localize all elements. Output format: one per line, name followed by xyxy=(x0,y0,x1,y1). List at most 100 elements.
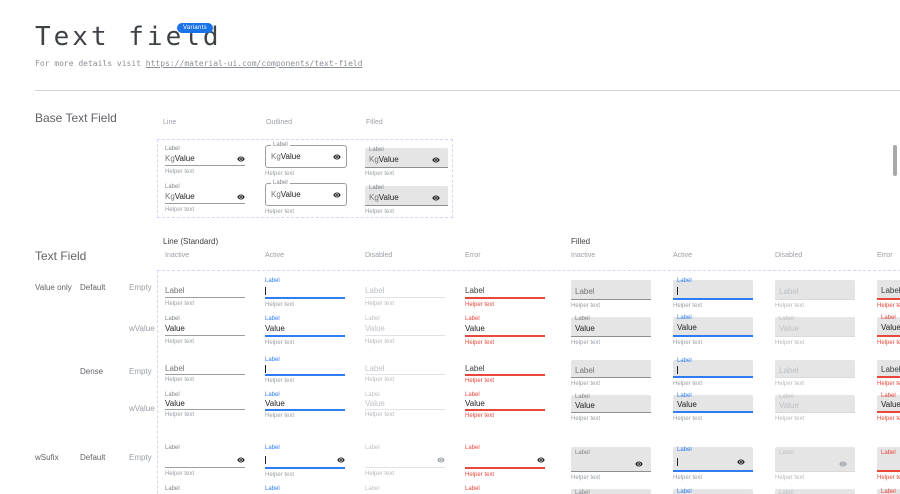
field-input-area[interactable]: Label xyxy=(365,285,445,297)
visibility-icon[interactable] xyxy=(333,153,341,161)
textfield-filled-disabled-value[interactable]: LabelValueHelper text xyxy=(775,317,855,346)
filled-box[interactable]: Label xyxy=(775,280,855,300)
textfield-line-inactive-empty[interactable]: LabelHelper text xyxy=(165,277,245,307)
field-input-area[interactable]: Value xyxy=(365,323,445,335)
field-input-area[interactable] xyxy=(575,457,647,470)
filled-box[interactable]: LabelValue xyxy=(877,317,900,337)
textfield-line-active-value[interactable]: LabelValueHelper text xyxy=(265,485,345,494)
textfield-line-disabled-empty[interactable]: LabelHelper text xyxy=(365,444,445,477)
field-input-area[interactable] xyxy=(365,452,445,467)
textfield-filled-error-empty[interactable]: LabelHelper text xyxy=(877,447,900,481)
outlined-box[interactable]: LabelKgValue xyxy=(265,145,347,168)
field-input-area[interactable]: Label xyxy=(779,286,851,298)
textfield-filled-inactive-value[interactable]: LabelValueHelper text xyxy=(571,395,651,422)
textfield-filled-disabled-value[interactable]: LabelValueHelper text xyxy=(775,489,855,494)
visibility-icon[interactable] xyxy=(333,191,341,199)
field-input-area[interactable] xyxy=(265,285,345,297)
field-input-area[interactable]: Value xyxy=(779,323,851,335)
textfield-line-inactive-value[interactable]: LabelValueHelper text xyxy=(165,392,245,418)
textfield-line-disabled-empty[interactable]: LabelHelper text xyxy=(365,357,445,383)
textfield-outlined-base[interactable]: LabelKgValueHelper text xyxy=(265,145,347,177)
visibility-icon[interactable] xyxy=(635,460,643,468)
field-input-area[interactable]: Value xyxy=(575,401,647,411)
field-input-area[interactable]: Label xyxy=(575,366,647,376)
scrollbar-thumb[interactable] xyxy=(893,145,897,176)
textfield-line-active-value[interactable]: LabelValueHelper text xyxy=(265,315,345,346)
textfield-line-error-empty[interactable]: LabelHelper text xyxy=(465,444,545,478)
textfield-filled-disabled-empty[interactable]: LabelHelper text xyxy=(775,447,855,481)
textfield-line-error-value[interactable]: LabelValueHelper text xyxy=(465,315,545,346)
field-input-area[interactable]: KgValue xyxy=(165,153,245,165)
field-input-area[interactable]: Value xyxy=(881,400,900,410)
textfield-line-error-value[interactable]: LabelValueHelper text xyxy=(465,485,545,494)
field-input-area[interactable]: Value xyxy=(465,323,545,335)
filled-box[interactable]: Label xyxy=(673,280,753,300)
filled-box[interactable]: LabelValue xyxy=(571,489,651,494)
filled-box[interactable]: Label xyxy=(571,280,651,300)
filled-box[interactable]: LabelValue xyxy=(775,489,855,494)
filled-box[interactable]: Label xyxy=(877,447,900,472)
visibility-icon[interactable] xyxy=(432,194,440,202)
textfield-filled-inactive-empty[interactable]: LabelHelper text xyxy=(571,360,651,387)
filled-box[interactable]: LabelValue xyxy=(673,317,753,337)
field-input-area[interactable]: Value xyxy=(265,323,345,335)
textfield-filled-inactive-empty[interactable]: LabelHelper text xyxy=(571,280,651,309)
field-input-area[interactable] xyxy=(779,457,851,470)
textfield-line-disabled-value[interactable]: LabelValueHelper text xyxy=(365,485,445,494)
field-input-area[interactable] xyxy=(265,452,345,467)
textfield-filled-active-value[interactable]: LabelValueHelper text xyxy=(673,489,753,494)
textfield-filled-disabled-empty[interactable]: LabelHelper text xyxy=(775,280,855,309)
filled-box[interactable]: LabelKgValue xyxy=(365,148,448,168)
field-input-area[interactable]: KgValue xyxy=(369,192,444,204)
filled-box[interactable]: Label xyxy=(673,447,753,472)
filled-box[interactable]: Label xyxy=(877,280,900,300)
textfield-filled-inactive-value[interactable]: LabelValueHelper text xyxy=(571,317,651,346)
textfield-line-inactive-value[interactable]: LabelValueHelper text xyxy=(165,315,245,345)
field-input-area[interactable] xyxy=(677,285,749,297)
field-input-area[interactable] xyxy=(677,454,749,469)
textfield-line-inactive-value[interactable]: LabelValueHelper text xyxy=(165,485,245,494)
field-input-area[interactable]: Label xyxy=(779,366,851,376)
field-input-area[interactable]: Value xyxy=(677,400,749,410)
field-input-area[interactable]: Value xyxy=(265,399,345,409)
textfield-filled-inactive-value[interactable]: LabelValueHelper text xyxy=(571,489,651,494)
textfield-filled-active-empty[interactable]: LabelHelper text xyxy=(673,280,753,309)
field-input-area[interactable]: Label xyxy=(365,364,445,374)
field-input-area[interactable]: KgValue xyxy=(369,154,444,166)
outlined-box[interactable]: LabelKgValue xyxy=(265,183,347,206)
textfield-filled-inactive-empty[interactable]: LabelHelper text xyxy=(571,447,651,481)
visibility-icon[interactable] xyxy=(737,458,745,466)
textfield-line-active-empty[interactable]: LabelHelper text xyxy=(265,444,345,478)
textfield-filled-error-empty[interactable]: LabelHelper text xyxy=(877,360,900,387)
visibility-icon[interactable] xyxy=(839,460,847,468)
visibility-icon[interactable] xyxy=(237,193,245,201)
textfield-line-inactive-value[interactable]: LabelKgValueHelper text xyxy=(165,145,245,175)
filled-box[interactable]: LabelValue xyxy=(877,395,900,413)
field-input-area[interactable] xyxy=(677,365,749,375)
field-input-area[interactable]: Label xyxy=(165,285,245,297)
filled-box[interactable]: LabelValue xyxy=(877,489,900,494)
textfield-filled-inactive-value[interactable]: LabelKgValueHelper text xyxy=(365,186,448,215)
filled-box[interactable]: LabelValue xyxy=(673,395,753,413)
filled-box[interactable]: Label xyxy=(775,447,855,472)
filled-box[interactable]: LabelValue xyxy=(775,395,855,413)
textfield-filled-active-value[interactable]: LabelValueHelper text xyxy=(673,395,753,422)
textfield-line-disabled-empty[interactable]: LabelHelper text xyxy=(365,277,445,307)
filled-box[interactable]: LabelValue xyxy=(571,317,651,337)
filled-box[interactable]: LabelValue xyxy=(673,489,753,494)
field-input-area[interactable]: Label xyxy=(881,285,900,297)
textfield-line-inactive-empty[interactable]: LabelHelper text xyxy=(165,444,245,477)
textfield-line-error-value[interactable]: LabelValueHelper text xyxy=(465,392,545,419)
textfield-line-disabled-value[interactable]: LabelValueHelper text xyxy=(365,315,445,345)
field-input-area[interactable]: Value xyxy=(165,323,245,335)
material-ui-link[interactable]: https://material-ui.com/components/text-… xyxy=(146,59,363,68)
filled-box[interactable]: LabelKgValue xyxy=(365,186,448,206)
visibility-icon[interactable] xyxy=(337,456,345,464)
textfield-filled-active-empty[interactable]: LabelHelper text xyxy=(673,447,753,481)
textfield-filled-active-empty[interactable]: LabelHelper text xyxy=(673,360,753,387)
field-input-area[interactable]: Label xyxy=(465,364,545,374)
textfield-line-error-empty[interactable]: LabelHelper text xyxy=(465,277,545,308)
visibility-icon[interactable] xyxy=(237,155,245,163)
visibility-icon[interactable] xyxy=(432,156,440,164)
textfield-filled-disabled-value[interactable]: LabelValueHelper text xyxy=(775,395,855,422)
